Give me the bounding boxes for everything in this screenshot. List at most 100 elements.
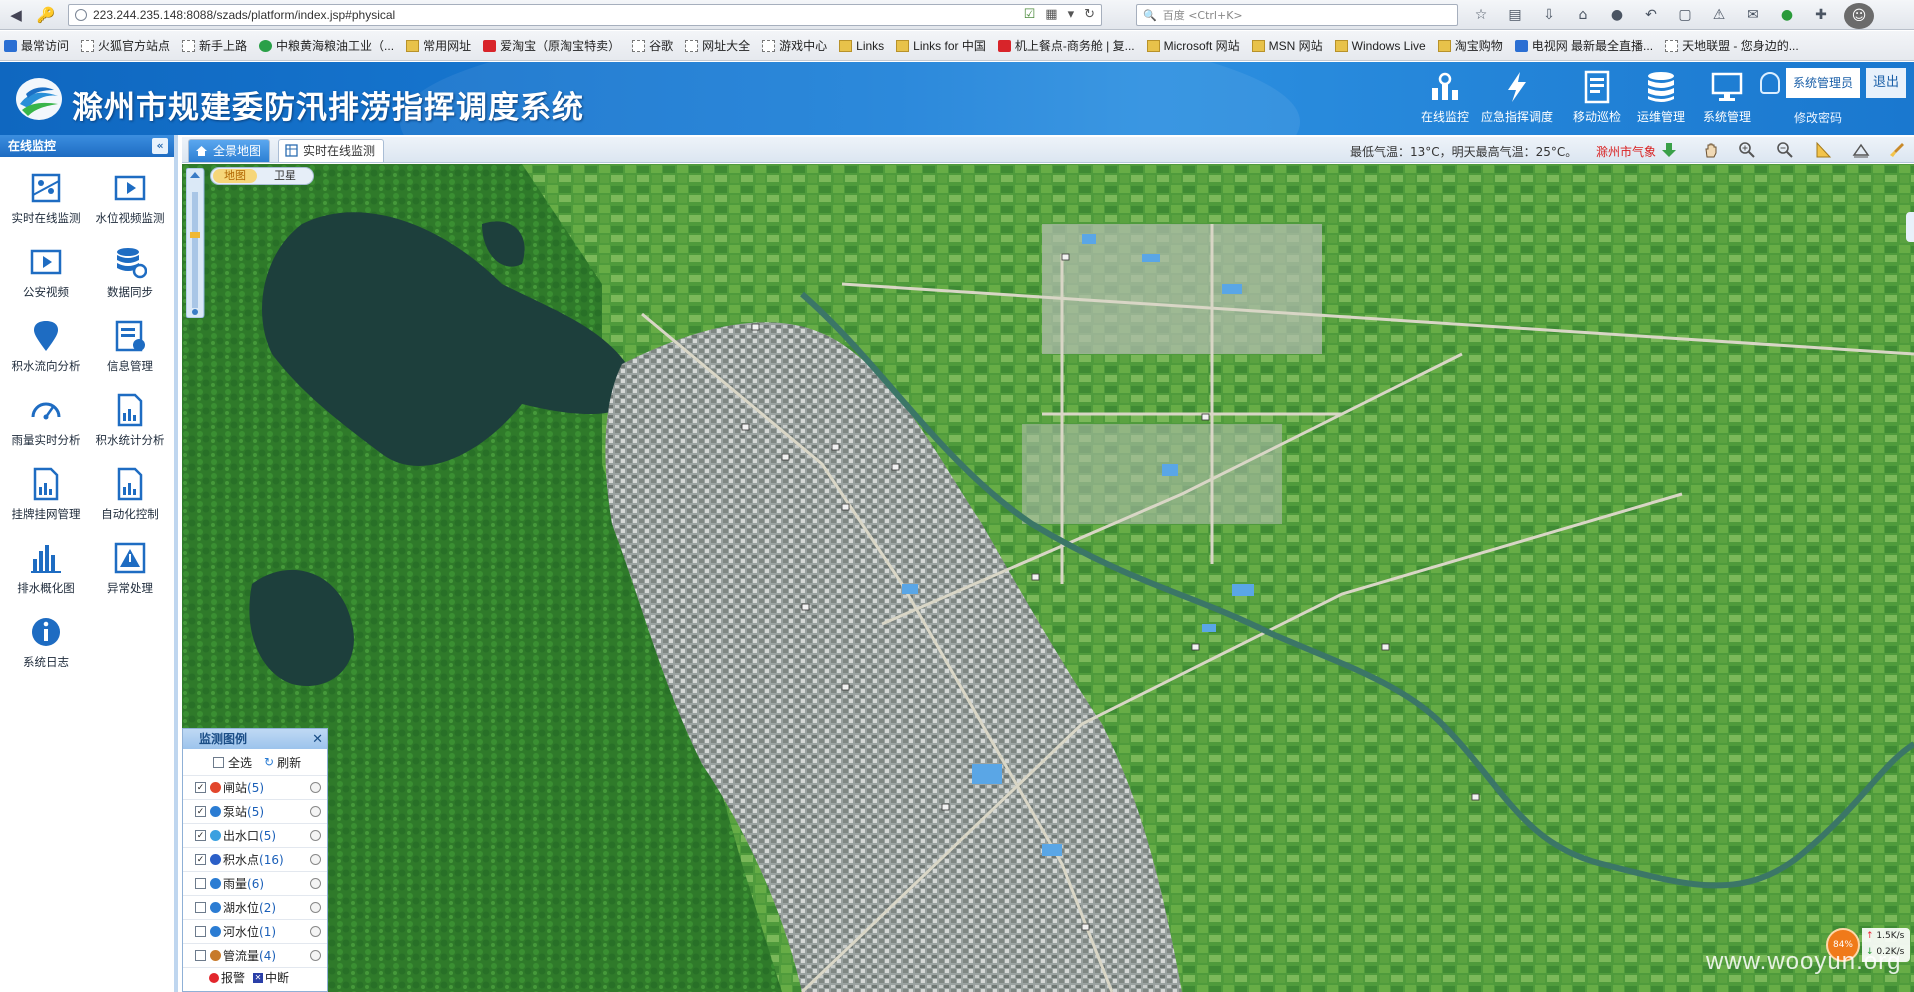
download-arrow-icon[interactable] (1660, 141, 1678, 159)
menu-system-management[interactable]: 系统管理 (1690, 70, 1764, 132)
bookmark-item[interactable]: Links for 中国 (896, 37, 986, 54)
zoom-out-icon[interactable] (1776, 141, 1794, 159)
map-type-satellite-button[interactable]: 卫星 (263, 169, 307, 183)
collapse-icon[interactable]: « (152, 138, 168, 154)
download-icon[interactable]: ⇩ (1538, 3, 1560, 27)
url-bar[interactable]: 223.244.235.148:8088/szads/platform/inde… (68, 4, 1102, 26)
legend-checkbox[interactable] (195, 926, 206, 937)
pin-icon[interactable]: ✚ (1810, 3, 1832, 27)
function-item[interactable]: 水位视频监测 (88, 165, 172, 239)
legend-row: ✓ 积水点 (16) (183, 847, 327, 871)
home-icon[interactable]: ⌂ (1572, 3, 1594, 27)
pan-hand-icon[interactable] (1702, 141, 1720, 159)
menu-online-monitor[interactable]: 在线监控 (1408, 70, 1482, 132)
menu-emergency-dispatch[interactable]: 应急指挥调度 (1480, 70, 1554, 132)
bell-icon[interactable]: ⚠ (1708, 3, 1730, 27)
bookmark-item[interactable]: MSN 网站 (1251, 37, 1323, 54)
legend-radio[interactable] (310, 830, 321, 841)
search-input[interactable]: 🔍 百度 <Ctrl+K> (1136, 4, 1458, 26)
measure-area-icon[interactable] (1852, 141, 1870, 159)
bookmark-item[interactable]: 爱淘宝（原淘宝特卖） (483, 37, 620, 54)
weather-link[interactable]: 滁州市气象 (1596, 143, 1656, 160)
legend-radio[interactable] (310, 854, 321, 865)
bookmark-item[interactable]: 网址大全 (685, 37, 750, 54)
clear-brush-icon[interactable] (1888, 141, 1906, 159)
bookmark-item[interactable]: 谷歌 (632, 37, 673, 54)
bookmark-item[interactable]: 新手上路 (182, 37, 247, 54)
close-icon[interactable]: ✕ (312, 730, 323, 750)
tab-panorama-map[interactable]: 全景地图 (188, 139, 271, 162)
function-item[interactable]: 信息管理 (88, 313, 172, 387)
bookmark-item[interactable]: Windows Live (1334, 39, 1426, 53)
legend-checkbox[interactable]: ✓ (195, 782, 206, 793)
identity-key-icon[interactable]: 🔑 (32, 3, 60, 27)
map-type-map-button[interactable]: 地图 (213, 169, 257, 183)
bookmark-item[interactable]: 天地联盟 - 您身边的... (1665, 37, 1799, 54)
back-icon[interactable]: ◀ (2, 3, 30, 27)
function-item[interactable]: 挂牌挂网管理 (4, 461, 88, 535)
app-title: 滁州市规建委防汛排涝指挥调度系统 (72, 90, 584, 126)
legend-checkbox[interactable]: ✓ (195, 854, 206, 865)
legend-checkbox[interactable] (195, 878, 206, 889)
dropdown-icon[interactable]: ▾ (1068, 7, 1075, 22)
legend-checkbox[interactable]: ✓ (195, 806, 206, 817)
logout-button[interactable]: 退出 (1866, 68, 1906, 98)
function-item[interactable]: 积水统计分析 (88, 387, 172, 461)
function-item[interactable]: 积水流向分析 (4, 313, 88, 387)
function-item[interactable]: 公安视频 (4, 239, 88, 313)
function-item[interactable]: 系统日志 (4, 609, 88, 683)
select-all-checkbox[interactable]: 全选 (213, 754, 252, 771)
legend-radio[interactable] (310, 926, 321, 937)
reload-icon[interactable]: ↻ (1084, 7, 1095, 22)
bookmark-item[interactable]: 淘宝购物 (1437, 37, 1503, 54)
bookmark-item[interactable]: Links (839, 39, 884, 53)
function-item[interactable]: 排水概化图 (4, 535, 88, 609)
bookmark-item[interactable]: 常用网址 (406, 37, 471, 54)
bookmark-item[interactable]: 火狐官方站点 (81, 37, 170, 54)
side-expand-tab[interactable] (1906, 212, 1914, 242)
crop-icon[interactable]: ▢ (1674, 3, 1696, 27)
tab-realtime-monitor[interactable]: 实时在线监测 (278, 139, 385, 162)
legend-radio[interactable] (310, 806, 321, 817)
legend-count: (6) (247, 876, 265, 891)
legend-checkbox[interactable]: ✓ (195, 830, 206, 841)
legend-checkbox[interactable] (195, 902, 206, 913)
bookmark-item[interactable]: 中粮黄海粮油工业（... (259, 37, 394, 54)
refresh-button[interactable]: ↻ 刷新 (264, 754, 301, 771)
measure-ruler-icon[interactable] (1814, 141, 1832, 159)
menu-label: 在线监控 (1420, 110, 1469, 124)
addon-green-icon[interactable]: ● (1776, 3, 1798, 27)
change-password-link[interactable]: 修改密码 (1794, 109, 1842, 126)
bookmark-item[interactable]: 机上餐点-商务舱 | 复... (997, 37, 1135, 54)
legend-radio[interactable] (310, 878, 321, 889)
message-icon[interactable]: ✉ (1742, 3, 1764, 27)
undo-icon[interactable]: ↶ (1640, 3, 1662, 27)
satellite-map[interactable] (182, 164, 1914, 992)
shield-icon[interactable]: ☑ (1024, 7, 1036, 22)
function-item[interactable]: 数据同步 (88, 239, 172, 313)
function-item[interactable]: 实时在线监测 (4, 165, 88, 239)
legend-radio[interactable] (310, 782, 321, 793)
legend-radio[interactable] (310, 950, 321, 961)
menu-mobile-patrol[interactable]: 移动巡检 (1560, 70, 1634, 132)
bookmark-item[interactable]: Microsoft 网站 (1146, 37, 1240, 54)
profile-icon[interactable]: ☺ (1844, 3, 1874, 29)
menu-ops-management[interactable]: 运维管理 (1624, 70, 1698, 132)
function-item[interactable]: 自动化控制 (88, 461, 172, 535)
qr-code-icon[interactable]: ▦ (1045, 7, 1057, 22)
bookmark-label: 天地联盟 - 您身边的... (1682, 39, 1799, 53)
bookmark-item[interactable]: 电视网 最新最全直播... (1514, 37, 1653, 54)
zoom-in-icon[interactable] (1738, 141, 1756, 159)
user-name[interactable]: 系统管理员 (1786, 68, 1860, 98)
legend-radio[interactable] (310, 902, 321, 913)
url-text[interactable]: 223.244.235.148:8088/szads/platform/inde… (93, 8, 395, 22)
bookmark-star-icon[interactable]: ☆ (1470, 3, 1492, 27)
bookmark-item[interactable]: 游戏中心 (762, 37, 827, 54)
chat-icon[interactable]: ● (1606, 3, 1628, 27)
bookmark-item[interactable]: 最常访问 (4, 37, 69, 54)
reading-list-icon[interactable]: ▤ (1504, 3, 1526, 27)
function-item[interactable]: 异常处理 (88, 535, 172, 609)
zoom-slider[interactable] (186, 168, 206, 318)
function-item[interactable]: 雨量实时分析 (4, 387, 88, 461)
legend-checkbox[interactable] (195, 950, 206, 961)
